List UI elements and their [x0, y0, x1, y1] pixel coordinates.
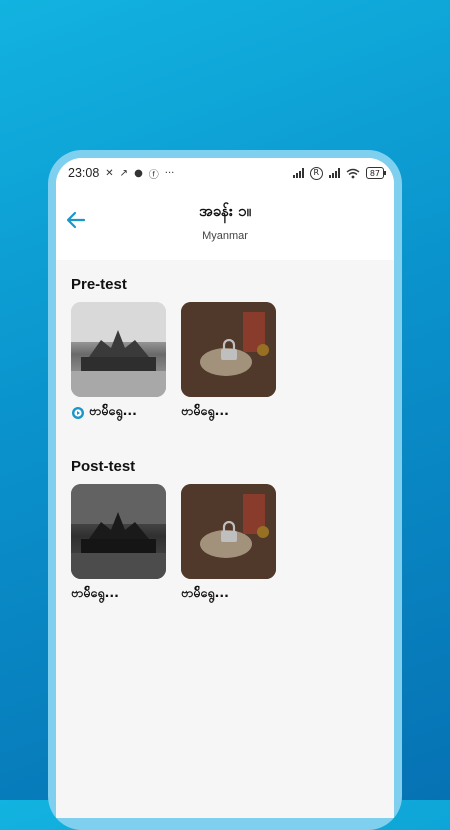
lesson-card[interactable]: ဗာမ်ိရွေ... — [71, 302, 166, 422]
lesson-label: ဗာမ်ိရွေ... — [71, 585, 119, 600]
lesson-label: ဗာမ်ိရွေ... — [181, 403, 229, 418]
post-test-cards: ဗာမ်ိရွေ... ဗာမ်ိရွေ... — [71, 484, 394, 604]
signal-icon-2 — [328, 168, 340, 178]
lesson-label: ဗာမ်ိရွေ... — [181, 585, 229, 600]
wifi-icon — [346, 168, 360, 178]
status-time: 23:08 — [68, 166, 100, 180]
signal-icon — [292, 168, 304, 178]
lesson-card[interactable]: ဗာမ်ိရွေ... — [181, 302, 276, 422]
lesson-label: ဗာမ်ိရွေ... — [89, 403, 137, 418]
lesson-thumbnail[interactable] — [181, 302, 276, 397]
lesson-card[interactable]: ဗာမ်ိရွေ... — [181, 484, 276, 604]
lock-icon — [220, 338, 237, 360]
messenger-icon: ● — [134, 167, 143, 179]
lesson-card[interactable]: ဗာမ်ိရွေ... — [71, 484, 166, 604]
battery-icon: 87 — [365, 167, 387, 179]
app-screen: 23:08 ✕ ↗ ● ⓕ ··· R 87 အခန်း ၁။ Myanmar … — [56, 158, 394, 818]
section-title-pre-test: Pre-test — [71, 276, 127, 293]
status-bar: 23:08 ✕ ↗ ● ⓕ ··· R 87 — [56, 158, 394, 188]
play-icon[interactable] — [71, 406, 85, 420]
page-title: အခန်း ၁။ — [199, 202, 251, 220]
mute-icon: ✕ — [105, 167, 114, 179]
facebook-icon: ⓕ — [148, 169, 159, 181]
content: Pre-test ဗာမ်ိရွေ... ဗာမ်ိရွေ... Post-te… — [56, 260, 394, 604]
lesson-thumbnail[interactable] — [181, 484, 276, 579]
pre-test-cards: ဗာမ်ိရွေ... ဗာမ်ိရွေ... — [71, 302, 394, 422]
battery-level: 87 — [369, 168, 380, 178]
page-subtitle: Myanmar — [202, 230, 248, 242]
building-image — [71, 302, 166, 397]
missed-call-icon: ↗ — [119, 167, 129, 179]
lesson-thumbnail[interactable] — [71, 302, 166, 397]
more-icon: ··· — [164, 167, 175, 179]
lock-icon — [220, 520, 237, 542]
app-header: အခန်း ၁။ Myanmar — [56, 188, 394, 260]
section-title-post-test: Post-test — [71, 458, 136, 475]
roaming-icon: R — [309, 166, 323, 180]
